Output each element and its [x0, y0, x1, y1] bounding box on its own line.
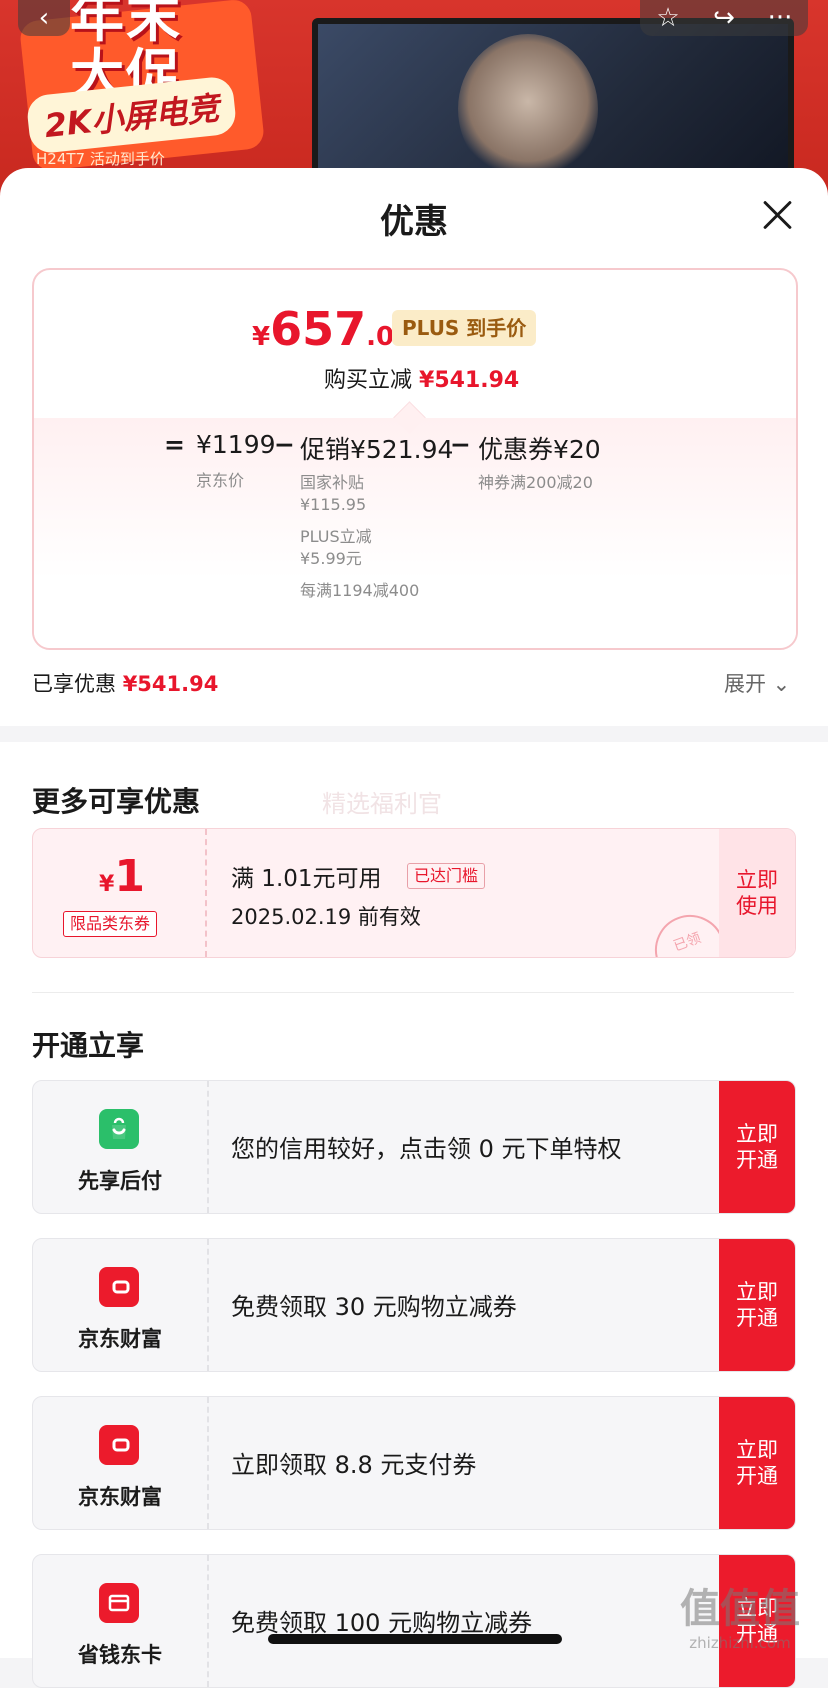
- promo-item-name: 每满1194减400: [300, 581, 420, 600]
- coupon-type-tag: 限品类东券: [63, 911, 158, 937]
- divider: [32, 992, 794, 993]
- star-icon[interactable]: ☆: [648, 3, 688, 33]
- coupon-card: ¥1 限品类东券 满 1.01元可用 已达门槛 2025.02.19 前有效 已…: [32, 828, 796, 958]
- enjoyed-discount: 已享优惠 ¥541.94: [32, 672, 219, 696]
- jd-price-label: 京东价: [196, 471, 245, 490]
- promo-total: 促销¥521.94: [300, 435, 454, 464]
- back-button[interactable]: ‹: [18, 0, 70, 36]
- home-indicator[interactable]: [268, 1634, 562, 1644]
- wallet-icon: [99, 1425, 139, 1465]
- bag-icon: [99, 1109, 139, 1149]
- discount-sheet: 优惠 ¥657.06 PLUS 到手价 购买立减 ¥541.94 = ¥1199…: [0, 168, 828, 1688]
- open-now-button[interactable]: 立即 开通: [719, 1397, 795, 1529]
- open-now-button[interactable]: 立即 开通: [719, 1239, 795, 1371]
- nav-actions: ☆ ↪ ···: [640, 0, 808, 36]
- coupon-validity: 2025.02.19 前有效: [231, 905, 421, 929]
- service-name: 京东财富: [78, 1485, 162, 1509]
- promo-item-value: ¥115.95: [300, 495, 367, 514]
- coupon-note: 神券满200减20: [478, 473, 593, 492]
- service-name: 先享后付: [78, 1169, 162, 1193]
- coupon-total: 优惠券¥20: [478, 435, 601, 464]
- promo-item-name: 国家补贴: [300, 473, 365, 492]
- minus-sign: −: [274, 430, 295, 459]
- close-icon[interactable]: [760, 198, 794, 232]
- service-description: 免费领取 30 元购物立减券: [231, 1293, 517, 1321]
- product-image-figure: [458, 34, 598, 184]
- service-description: 免费领取 100 元购物立减券: [231, 1609, 533, 1637]
- promo-note: H24T7 活动到手价: [36, 150, 165, 168]
- open-benefits-title: 开通立享: [32, 1029, 145, 1062]
- service-description: 立即领取 8.8 元支付券: [231, 1451, 477, 1479]
- sheet-title: 优惠: [380, 202, 448, 242]
- use-now-button[interactable]: 立即 使用: [719, 829, 795, 957]
- jd-price: ¥1199: [196, 430, 276, 459]
- final-price: ¥657.06: [252, 302, 413, 356]
- site-watermark: 值值值 zhizhizhi.com: [680, 1586, 800, 1652]
- service-name: 京东财富: [78, 1327, 162, 1351]
- wallet-icon: [99, 1267, 139, 1307]
- price-breakdown: ¥657.06 PLUS 到手价 购买立减 ¥541.94 = ¥1199 京东…: [32, 268, 798, 650]
- section-divider: [0, 726, 828, 742]
- minus-sign: −: [450, 430, 471, 459]
- purchase-reduction: 购买立减 ¥541.94: [324, 368, 520, 393]
- share-icon[interactable]: ↪: [704, 3, 744, 33]
- promo-item-value: ¥5.99元: [300, 549, 362, 568]
- coupon-condition: 满 1.01元可用: [231, 866, 382, 892]
- coupon-amount: ¥1: [99, 851, 145, 902]
- more-discounts-title: 更多可享优惠: [32, 785, 201, 818]
- chevron-left-icon: ‹: [38, 3, 50, 33]
- service-description: 您的信用较好，点击领 0 元下单特权: [231, 1135, 622, 1163]
- open-now-button[interactable]: 立即 开通: [719, 1081, 795, 1213]
- more-icon[interactable]: ···: [760, 3, 800, 33]
- watermark-text: 精选福利官: [322, 790, 442, 818]
- service-name: 省钱东卡: [78, 1643, 162, 1667]
- service-card[interactable]: 先享后付 您的信用较好，点击领 0 元下单特权 立即 开通: [32, 1080, 796, 1214]
- service-card[interactable]: 京东财富 免费领取 30 元购物立减券 立即 开通: [32, 1238, 796, 1372]
- equals-sign: =: [164, 430, 185, 459]
- threshold-reached-badge: 已达门槛: [407, 863, 486, 889]
- plus-price-tag: PLUS 到手价: [392, 310, 537, 346]
- service-card[interactable]: 京东财富 立即领取 8.8 元支付券 立即 开通: [32, 1396, 796, 1530]
- promo-item-name: PLUS立减: [300, 527, 372, 546]
- expand-button[interactable]: 展开 ⌄: [724, 668, 790, 698]
- card-icon: [99, 1583, 139, 1623]
